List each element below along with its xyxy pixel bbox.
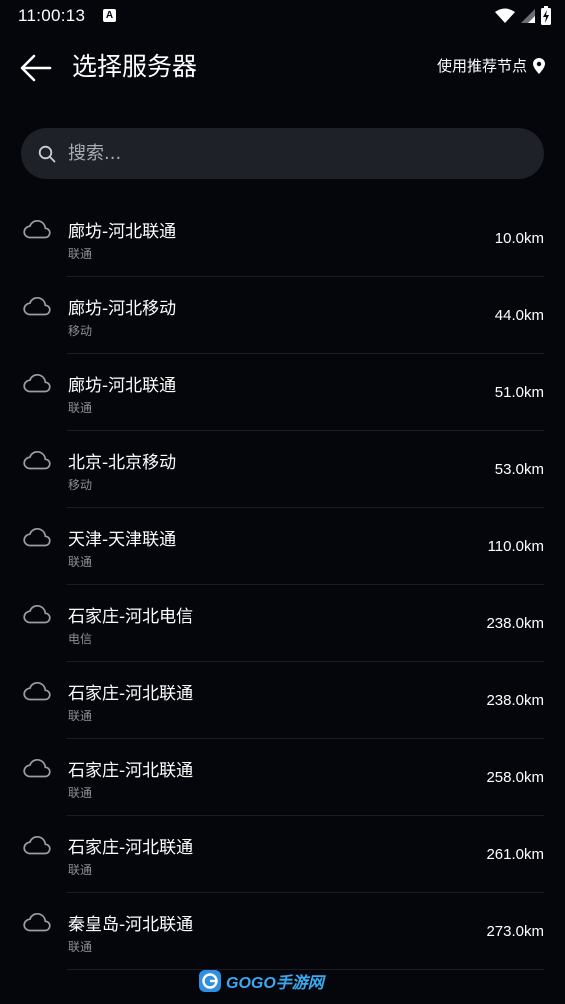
search-bar[interactable]	[21, 128, 544, 179]
page-title: 选择服务器	[72, 52, 198, 81]
server-row[interactable]: 廊坊-河北移动 移动 44.0km	[0, 277, 565, 354]
gogo-logo-icon	[199, 970, 221, 992]
server-row[interactable]: 石家庄-河北联通 联通 258.0km	[0, 739, 565, 816]
cloud-icon	[23, 681, 51, 701]
cloud-icon	[23, 450, 51, 470]
server-row[interactable]: 廊坊-河北联通 联通 51.0km	[0, 354, 565, 431]
server-name: 石家庄-河北联通	[68, 838, 194, 858]
server-distance: 238.0km	[486, 615, 544, 632]
search-input[interactable]	[66, 142, 510, 165]
watermark-text: GOGO手游网	[226, 975, 324, 992]
server-isp: 联通	[68, 401, 93, 415]
server-isp: 联通	[68, 555, 93, 569]
server-isp: 电信	[68, 632, 93, 646]
server-distance: 273.0km	[486, 923, 544, 940]
server-distance: 110.0km	[487, 538, 544, 555]
server-distance: 10.0km	[494, 230, 544, 247]
server-row[interactable]: 廊坊-河北联通 联通 10.0km	[0, 200, 565, 277]
cloud-icon	[23, 373, 51, 393]
status-icons	[495, 6, 551, 25]
server-isp: 联通	[68, 247, 93, 261]
server-isp: 移动	[68, 324, 93, 338]
server-name: 廊坊-河北联通	[68, 376, 177, 396]
server-row[interactable]: 石家庄-河北联通 联通 238.0km	[0, 662, 565, 739]
server-row[interactable]: 石家庄-河北电信 电信 238.0km	[0, 585, 565, 662]
server-name: 石家庄-河北联通	[68, 761, 194, 781]
server-isp: 联通	[68, 786, 93, 800]
server-row[interactable]: 天津-天津联通 联通 110.0km	[0, 508, 565, 585]
server-name: 廊坊-河北联通	[68, 222, 177, 242]
battery-icon	[541, 6, 551, 25]
server-isp: 联通	[68, 863, 93, 877]
server-row[interactable]: 北京-北京移动 移动 53.0km	[0, 431, 565, 508]
recommend-node-label: 使用推荐节点	[436, 57, 527, 75]
server-isp: 联通	[68, 940, 93, 954]
server-distance: 51.0km	[494, 384, 544, 401]
server-name: 廊坊-河北移动	[68, 299, 177, 319]
server-name: 北京-北京移动	[68, 453, 177, 473]
server-distance: 238.0km	[486, 692, 544, 709]
watermark-logo: GOGO手游网	[198, 968, 324, 994]
notification-badge-icon: A	[103, 9, 116, 22]
cloud-icon	[23, 758, 51, 778]
server-distance: 53.0km	[494, 461, 544, 478]
server-name: 天津-天津联通	[68, 530, 177, 550]
server-distance: 44.0km	[494, 307, 544, 324]
server-distance: 258.0km	[486, 769, 544, 786]
server-row[interactable]: 秦皇岛-河北联通 联通 273.0km	[0, 893, 565, 970]
arrow-left-icon	[20, 54, 52, 82]
cloud-icon	[23, 912, 51, 932]
cloud-icon	[23, 604, 51, 624]
cloud-icon	[23, 527, 51, 547]
cloud-icon	[23, 296, 51, 316]
server-list: 廊坊-河北联通 联通 10.0km 廊坊-河北移动 移动 44.0km 廊坊-河…	[0, 200, 565, 970]
server-isp: 移动	[68, 478, 93, 492]
server-isp: 联通	[68, 709, 93, 723]
back-button[interactable]	[18, 50, 54, 86]
status-bar: 11:00:13 A	[0, 0, 565, 32]
header: 选择服务器 使用推荐节点	[0, 40, 565, 96]
cellular-signal-icon	[521, 8, 535, 23]
cloud-icon	[23, 219, 51, 239]
wifi-icon	[495, 8, 515, 23]
server-name: 石家庄-河北联通	[68, 684, 194, 704]
recommend-node-button[interactable]: 使用推荐节点	[437, 55, 545, 76]
cloud-icon	[23, 835, 51, 855]
server-name: 秦皇岛-河北联通	[68, 915, 194, 935]
server-name: 石家庄-河北电信	[68, 607, 194, 627]
server-row[interactable]: 石家庄-河北联通 联通 261.0km	[0, 816, 565, 893]
server-distance: 261.0km	[486, 846, 544, 863]
location-pin-icon	[533, 57, 545, 74]
status-time: 11:00:13	[18, 6, 86, 25]
search-icon	[38, 145, 56, 162]
